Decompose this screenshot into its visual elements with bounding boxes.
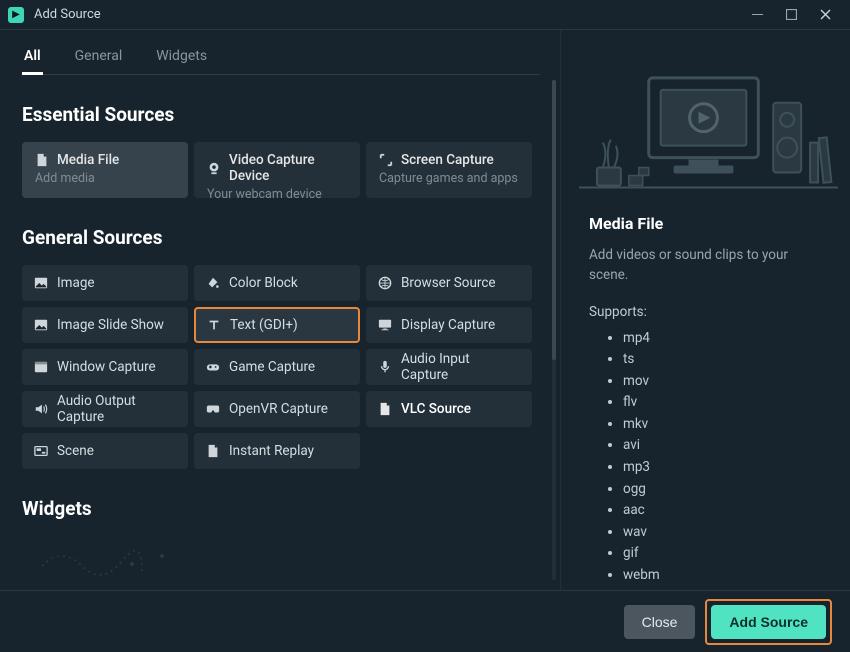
tab-general[interactable]: General	[73, 40, 125, 74]
source-video-capture-device[interactable]: Video Capture Device Your webcam device	[194, 142, 360, 198]
sublabel: Add media	[35, 171, 175, 186]
section-essential-title: Essential Sources	[22, 103, 540, 126]
source-vlc-source[interactable]: VLC Source	[366, 391, 532, 427]
file-icon	[35, 153, 49, 167]
supported-formats-list: mp4tsmovflvmkvavimp3oggaacwavgifwebm	[589, 328, 828, 587]
label: Window Capture	[57, 359, 156, 375]
window-title: Add Source	[34, 7, 740, 22]
source-browser-source[interactable]: Browser Source	[366, 265, 532, 301]
preview-illustration	[579, 48, 838, 198]
label: Game Capture	[229, 359, 315, 375]
format-item: avi	[623, 435, 828, 457]
supports-label: Supports:	[589, 304, 828, 320]
decorative-illustration	[22, 536, 540, 576]
format-item: mp4	[623, 328, 828, 350]
microphone-icon	[378, 360, 392, 374]
scrollbar-thumb[interactable]	[552, 80, 556, 360]
source-tabs: All General Widgets	[22, 40, 540, 75]
titlebar: ▶ Add Source	[0, 0, 850, 30]
label: OpenVR Capture	[229, 401, 328, 417]
add-source-highlight: Add Source	[705, 599, 832, 645]
format-item: wav	[623, 522, 828, 544]
label: Screen Capture	[401, 152, 494, 168]
format-item: mkv	[623, 414, 828, 436]
vr-icon	[206, 402, 220, 416]
section-widgets-title: Widgets	[22, 497, 540, 520]
scene-icon	[34, 444, 48, 458]
paint-icon	[206, 276, 220, 290]
tab-all[interactable]: All	[22, 40, 43, 74]
close-window-button[interactable]	[808, 2, 842, 28]
label: Instant Replay	[229, 443, 314, 459]
sublabel: Capture games and apps	[379, 171, 519, 186]
maximize-button[interactable]	[774, 2, 808, 28]
footer: Close Add Source	[0, 590, 850, 652]
source-openvr-capture[interactable]: OpenVR Capture	[194, 391, 360, 427]
label: Audio Output Capture	[57, 393, 176, 425]
format-item: flv	[623, 392, 828, 414]
format-item: ts	[623, 349, 828, 371]
source-audio-output-capture[interactable]: Audio Output Capture	[22, 391, 188, 427]
label: Media File	[57, 152, 119, 168]
essential-grid: Media File Add media Video Capture Devic…	[22, 142, 540, 198]
app-icon: ▶	[8, 7, 24, 23]
label: Image Slide Show	[57, 317, 164, 333]
source-window-capture[interactable]: Window Capture	[22, 349, 188, 385]
source-list-panel: All General Widgets Essential Sources Me…	[0, 30, 560, 590]
speaker-icon	[34, 402, 48, 416]
section-general-title: General Sources	[22, 226, 540, 249]
webcam-icon	[207, 161, 221, 175]
source-media-file[interactable]: Media File Add media	[22, 142, 188, 198]
detail-panel: Media File Add videos or sound clips to …	[560, 30, 850, 590]
text-icon	[207, 318, 221, 332]
minimize-button[interactable]	[740, 2, 774, 28]
window-icon	[34, 360, 48, 374]
label: Video Capture Device	[229, 152, 347, 184]
label: Display Capture	[401, 317, 495, 333]
globe-icon	[378, 276, 392, 290]
source-display-capture[interactable]: Display Capture	[366, 307, 532, 343]
source-instant-replay[interactable]: Instant Replay	[194, 433, 360, 469]
format-item: ogg	[623, 479, 828, 501]
general-grid: Image Color Block Browser Source Image S…	[22, 265, 540, 469]
source-audio-input-capture[interactable]: Audio Input Capture	[366, 349, 532, 385]
label: VLC Source	[401, 401, 471, 417]
file-icon	[378, 402, 392, 416]
file-icon	[206, 444, 220, 458]
tab-widgets[interactable]: Widgets	[154, 40, 209, 74]
format-item: aac	[623, 500, 828, 522]
source-image[interactable]: Image	[22, 265, 188, 301]
crop-icon	[379, 153, 393, 167]
add-source-button[interactable]: Add Source	[711, 605, 826, 639]
source-text-gdi[interactable]: Text (GDI+)	[194, 307, 360, 343]
detail-description: Add videos or sound clips to your scene.	[589, 245, 828, 286]
content-area: All General Widgets Essential Sources Me…	[0, 30, 850, 590]
label: Text (GDI+)	[230, 317, 298, 333]
source-screen-capture[interactable]: Screen Capture Capture games and apps	[366, 142, 532, 198]
close-button[interactable]: Close	[624, 605, 696, 639]
gamepad-icon	[206, 360, 220, 374]
format-item: mov	[623, 371, 828, 393]
label: Audio Input Capture	[401, 351, 520, 383]
format-item: mp3	[623, 457, 828, 479]
source-color-block[interactable]: Color Block	[194, 265, 360, 301]
format-item: gif	[623, 543, 828, 565]
detail-title: Media File	[589, 214, 828, 233]
label: Scene	[57, 443, 94, 459]
label: Browser Source	[401, 275, 496, 291]
scrollbar[interactable]	[552, 80, 556, 580]
sublabel: Your webcam device	[207, 187, 347, 202]
image-icon	[34, 276, 48, 290]
slideshow-icon	[34, 318, 48, 332]
label: Image	[57, 275, 95, 291]
source-game-capture[interactable]: Game Capture	[194, 349, 360, 385]
source-image-slide-show[interactable]: Image Slide Show	[22, 307, 188, 343]
label: Color Block	[229, 275, 298, 291]
format-item: webm	[623, 565, 828, 587]
monitor-icon	[378, 318, 392, 332]
source-scene[interactable]: Scene	[22, 433, 188, 469]
